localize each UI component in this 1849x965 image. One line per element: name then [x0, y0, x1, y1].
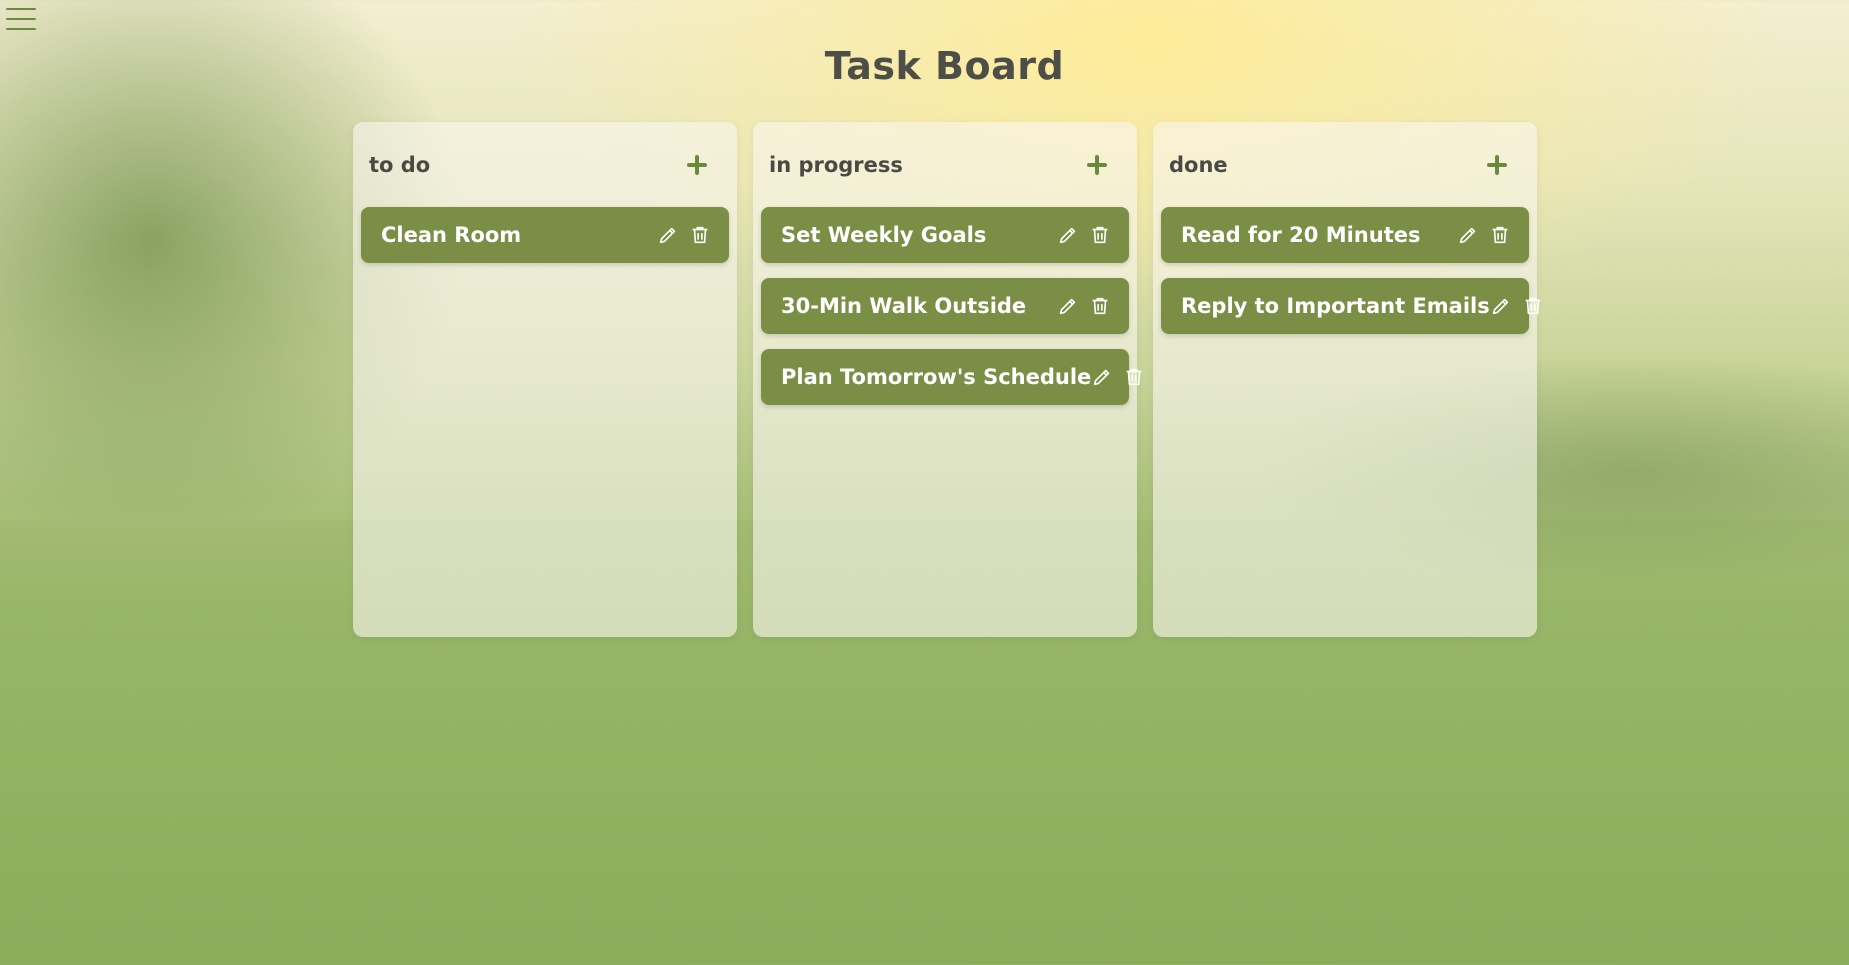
- pencil-icon[interactable]: [1091, 366, 1113, 388]
- menu-line: [6, 18, 36, 20]
- task-card[interactable]: Set Weekly Goals: [761, 207, 1129, 263]
- pencil-icon[interactable]: [1490, 295, 1512, 317]
- card-actions: [1457, 224, 1511, 246]
- card-actions: [1490, 295, 1544, 317]
- menu-line: [6, 8, 36, 10]
- card-actions: [657, 224, 711, 246]
- pencil-icon[interactable]: [1057, 295, 1079, 317]
- task-title: Reply to Important Emails: [1181, 294, 1490, 318]
- plus-icon[interactable]: [1481, 149, 1513, 181]
- trash-icon[interactable]: [1089, 295, 1111, 317]
- card-actions: [1057, 224, 1111, 246]
- task-card[interactable]: Clean Room: [361, 207, 729, 263]
- hamburger-menu-icon[interactable]: [6, 8, 36, 30]
- trash-icon[interactable]: [689, 224, 711, 246]
- column-title: done: [1169, 152, 1228, 177]
- pencil-icon[interactable]: [657, 224, 679, 246]
- plus-icon[interactable]: [1081, 149, 1113, 181]
- menu-line: [6, 28, 36, 30]
- task-card[interactable]: Reply to Important Emails: [1161, 278, 1541, 334]
- plus-icon[interactable]: [681, 149, 713, 181]
- pencil-icon[interactable]: [1457, 224, 1479, 246]
- task-title: Plan Tomorrow's Schedule: [781, 365, 1092, 389]
- task-title: Read for 20 Minutes: [1181, 223, 1421, 247]
- card-actions: [1057, 295, 1111, 317]
- column-header: to do: [361, 122, 729, 207]
- task-card[interactable]: 30-Min Walk Outside: [761, 278, 1129, 334]
- column-header: done: [1161, 122, 1529, 207]
- task-title: Set Weekly Goals: [781, 223, 987, 247]
- task-card[interactable]: Read for 20 Minutes: [1161, 207, 1529, 263]
- card-actions: [1091, 366, 1145, 388]
- column-title: to do: [369, 152, 431, 177]
- trash-icon[interactable]: [1089, 224, 1111, 246]
- column-title: in progress: [769, 152, 903, 177]
- column-done: done Read for 20 Minutes Reply to Import…: [1153, 122, 1541, 637]
- pencil-icon[interactable]: [1057, 224, 1079, 246]
- trash-icon[interactable]: [1489, 224, 1511, 246]
- column-to-do: to do Clean Room: [353, 122, 737, 637]
- page-title: Task Board: [824, 44, 1065, 88]
- trash-icon[interactable]: [1522, 295, 1544, 317]
- task-board: to do Clean Room in progress Set Weekly …: [353, 122, 1541, 637]
- task-title: Clean Room: [381, 223, 522, 247]
- task-title: 30-Min Walk Outside: [781, 294, 1027, 318]
- column-header: in progress: [761, 122, 1129, 207]
- task-card[interactable]: Plan Tomorrow's Schedule: [761, 349, 1142, 405]
- trash-icon[interactable]: [1123, 366, 1145, 388]
- column-in-progress: in progress Set Weekly Goals 30-Min Walk…: [753, 122, 1142, 637]
